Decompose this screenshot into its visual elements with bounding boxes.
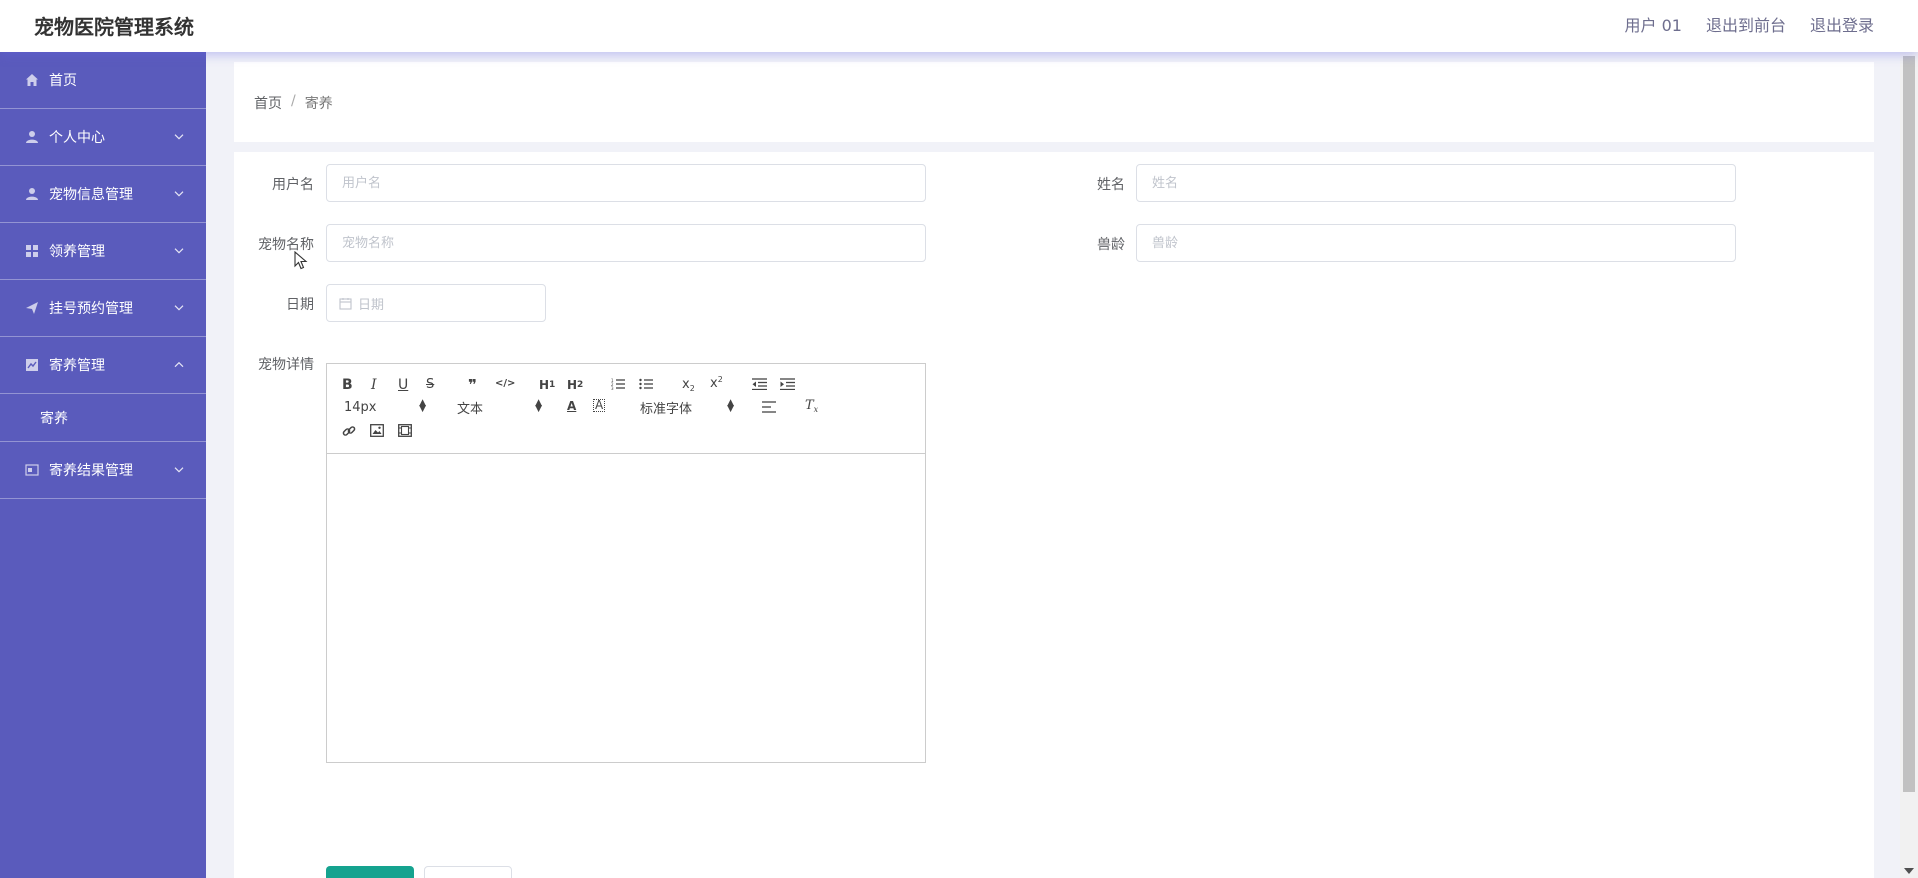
sidebar-item-label: 个人中心 bbox=[49, 130, 105, 146]
date-label: 日期 bbox=[286, 297, 314, 313]
editor-content-area[interactable] bbox=[327, 455, 925, 762]
sidebar-item-label: 首页 bbox=[49, 73, 77, 89]
strikethrough-icon[interactable]: S bbox=[426, 377, 434, 392]
breadcrumb: 首页 / 寄养 bbox=[254, 93, 333, 113]
select-arrows-icon: ▲ ▼ bbox=[535, 398, 542, 414]
sidebar-item-label: 寄养管理 bbox=[49, 358, 105, 374]
username-label: 用户名 bbox=[272, 177, 314, 193]
chevron-down-icon bbox=[174, 467, 184, 473]
app-title: 宠物医院管理系统 bbox=[34, 15, 194, 39]
video-icon[interactable] bbox=[398, 424, 412, 437]
grid-icon bbox=[24, 244, 39, 259]
ordered-list-icon[interactable]: 123 bbox=[611, 378, 625, 390]
outdent-icon[interactable] bbox=[752, 378, 767, 390]
pet-detail-label: 宠物详情 bbox=[258, 357, 314, 373]
bullet-list-icon[interactable] bbox=[639, 378, 653, 390]
code-icon[interactable]: </> bbox=[495, 378, 515, 389]
chevron-down-icon bbox=[174, 305, 184, 311]
font-family-value: 标准字体 bbox=[640, 401, 693, 417]
font-color-icon[interactable]: A bbox=[567, 399, 576, 413]
breadcrumb-current: 寄养 bbox=[304, 96, 333, 112]
sidebar-item-label: 宠物信息管理 bbox=[49, 187, 133, 203]
card-icon bbox=[24, 463, 39, 478]
select-arrows-icon: ▲ ▼ bbox=[419, 398, 426, 414]
mouse-cursor-icon bbox=[294, 251, 308, 270]
image-icon[interactable] bbox=[370, 424, 384, 437]
logout-link[interactable]: 退出登录 bbox=[1810, 12, 1874, 36]
link-icon[interactable] bbox=[342, 424, 356, 438]
sidebar-item-label: 寄养 bbox=[40, 410, 68, 427]
sidebar-item-appointment[interactable]: 挂号预约管理 bbox=[0, 280, 206, 337]
date-placeholder: 日期 bbox=[358, 297, 385, 313]
sidebar-subitem-boarding[interactable]: 寄养 bbox=[0, 394, 206, 442]
back-to-front-link[interactable]: 退出到前台 bbox=[1706, 12, 1786, 36]
align-icon[interactable] bbox=[762, 401, 776, 413]
underline-icon[interactable]: U bbox=[398, 377, 408, 393]
select-arrows-icon: ▲ ▼ bbox=[727, 398, 734, 414]
name-input[interactable] bbox=[1136, 164, 1736, 202]
sidebar: 首页 个人中心 宠物信息管理 领养管理 挂号预约管理 寄养管理 寄养 寄养结果管… bbox=[0, 52, 206, 878]
sidebar-item-home[interactable]: 首页 bbox=[0, 52, 206, 109]
header-links: 用户 01 退出到前台 退出登录 bbox=[1625, 12, 1874, 36]
send-icon bbox=[24, 301, 39, 316]
rich-text-editor: B I U S ❞ </> H1 H2 123 x2 x2 14px ▲ ▼ 文本… bbox=[326, 363, 926, 763]
calendar-icon bbox=[339, 297, 352, 310]
current-user-link[interactable]: 用户 01 bbox=[1625, 12, 1682, 36]
breadcrumb-home[interactable]: 首页 bbox=[254, 93, 282, 113]
italic-icon[interactable]: I bbox=[371, 377, 377, 393]
sidebar-item-label: 寄养结果管理 bbox=[49, 463, 133, 479]
user-icon bbox=[24, 130, 39, 145]
submit-button[interactable] bbox=[326, 866, 414, 878]
chevron-down-icon bbox=[174, 191, 184, 197]
scrollbar-thumb[interactable] bbox=[1903, 56, 1915, 792]
date-picker[interactable]: 日期 bbox=[326, 284, 546, 322]
top-header: 宠物医院管理系统 用户 01 退出到前台 退出登录 bbox=[0, 0, 1918, 52]
page-scrollbar[interactable] bbox=[1900, 52, 1918, 878]
editor-toolbar: B I U S ❞ </> H1 H2 123 x2 x2 14px ▲ ▼ 文本… bbox=[327, 364, 925, 454]
cancel-button[interactable] bbox=[424, 866, 512, 878]
sidebar-item-boarding[interactable]: 寄养管理 bbox=[0, 337, 206, 394]
heading-2-icon[interactable]: H2 bbox=[567, 378, 583, 392]
font-family-select[interactable]: 标准字体 ▲ ▼ bbox=[640, 398, 734, 417]
username-input[interactable] bbox=[326, 164, 926, 202]
age-label: 兽龄 bbox=[1097, 237, 1125, 253]
pet-name-input[interactable] bbox=[326, 224, 926, 262]
text-format-value: 文本 bbox=[457, 401, 484, 417]
clear-format-icon[interactable]: Tx bbox=[805, 398, 818, 414]
subscript-icon[interactable]: x2 bbox=[682, 377, 695, 393]
sidebar-item-adoption[interactable]: 领养管理 bbox=[0, 223, 206, 280]
superscript-icon[interactable]: x2 bbox=[710, 375, 723, 391]
indent-icon[interactable] bbox=[780, 378, 795, 390]
chevron-down-icon bbox=[174, 134, 184, 140]
chart-icon bbox=[24, 358, 39, 373]
home-icon bbox=[24, 73, 39, 88]
bold-icon[interactable]: B bbox=[342, 377, 353, 393]
text-format-select[interactable]: 文本 ▲ ▼ bbox=[457, 398, 542, 417]
background-color-icon[interactable]: A bbox=[593, 399, 606, 412]
sidebar-item-pet-info[interactable]: 宠物信息管理 bbox=[0, 166, 206, 223]
sidebar-item-boarding-result[interactable]: 寄养结果管理 bbox=[0, 442, 206, 499]
heading-1-icon[interactable]: H1 bbox=[539, 378, 555, 392]
user-icon bbox=[24, 187, 39, 202]
sidebar-item-label: 挂号预约管理 bbox=[49, 301, 133, 317]
sidebar-item-personal-center[interactable]: 个人中心 bbox=[0, 109, 206, 166]
scroll-down-icon[interactable] bbox=[1904, 868, 1914, 874]
breadcrumb-separator: / bbox=[291, 93, 296, 109]
chevron-up-icon bbox=[174, 361, 184, 368]
chevron-down-icon bbox=[174, 248, 184, 254]
font-size-value: 14px bbox=[344, 399, 377, 415]
svg-text:3: 3 bbox=[611, 386, 614, 390]
font-size-select[interactable]: 14px ▲ ▼ bbox=[344, 399, 426, 415]
breadcrumb-card: 首页 / 寄养 bbox=[234, 62, 1874, 142]
age-input[interactable] bbox=[1136, 224, 1736, 262]
name-label: 姓名 bbox=[1097, 177, 1125, 193]
sidebar-item-label: 领养管理 bbox=[49, 244, 105, 260]
blockquote-icon[interactable]: ❞ bbox=[468, 376, 477, 394]
